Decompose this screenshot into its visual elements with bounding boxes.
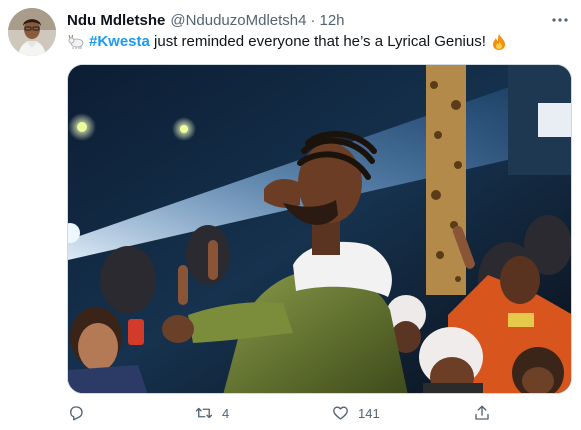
retweet-icon: [188, 398, 220, 428]
fire-emoji-icon: [490, 33, 508, 51]
tweet-text: #Kwesta just reminded everyone that he’s…: [67, 32, 508, 52]
goat-emoji-icon: [67, 33, 85, 51]
header-separator: ·: [310, 11, 316, 29]
author-name[interactable]: Ndu Mdletshe: [67, 12, 165, 29]
concert-photo: [68, 65, 571, 393]
hashtag-link[interactable]: #Kwesta: [89, 32, 150, 52]
share-button[interactable]: [466, 398, 498, 428]
tweet-card[interactable]: Ndu Mdletshe @NduduzoMdletsh4 · 12h #Kwe…: [0, 0, 581, 430]
reply-button[interactable]: [60, 398, 94, 428]
more-icon[interactable]: [548, 10, 572, 30]
share-icon: [466, 398, 498, 428]
tweet-actions: 4 141: [60, 398, 500, 428]
tweet-timestamp[interactable]: 12h: [319, 12, 344, 29]
tweet-body-text: just reminded everyone that he’s a Lyric…: [149, 33, 486, 50]
retweet-button[interactable]: 4: [188, 398, 229, 428]
like-icon: [324, 398, 356, 428]
author-handle[interactable]: @NduduzoMdletsh4: [170, 12, 306, 29]
like-count: 141: [358, 405, 380, 421]
tweet-photo[interactable]: [67, 64, 572, 394]
avatar-image: [8, 8, 56, 56]
tweet-header: Ndu Mdletshe @NduduzoMdletsh4 · 12h: [67, 10, 345, 30]
reply-icon: [60, 398, 92, 428]
like-button[interactable]: 141: [324, 398, 380, 428]
retweet-count: 4: [222, 405, 230, 421]
author-avatar[interactable]: [8, 8, 56, 56]
